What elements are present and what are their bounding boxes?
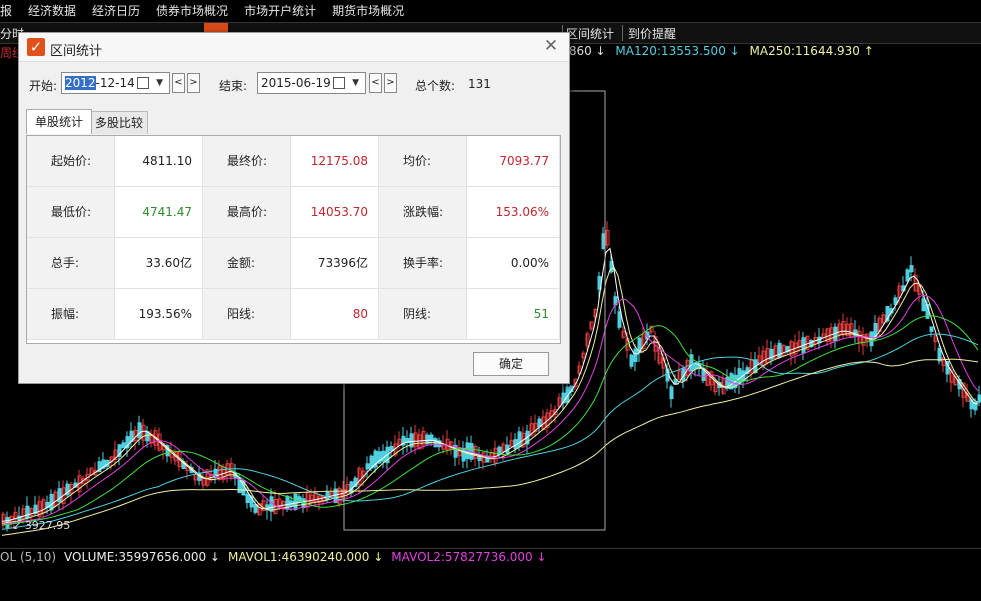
ma-indicator-line: .860 ↓ MA120:13553.500 ↓ MA250:11644.930…: [565, 44, 874, 58]
stat-value: 33.60亿: [115, 238, 203, 289]
stat-value: 0.00%: [467, 238, 560, 289]
candle-body: [325, 491, 330, 501]
ma250-value: MA250:11644.930 ↑: [749, 44, 874, 58]
stat-label: 最低价:: [27, 187, 115, 238]
stat-label: 总手:: [27, 238, 115, 289]
volume-value: VOLUME:35997656.000 ↓: [64, 550, 220, 564]
calendar-icon[interactable]: [137, 77, 149, 89]
stat-value: 153.06%: [467, 187, 560, 238]
candle-body: [633, 348, 638, 363]
stat-label: 最高价:: [203, 187, 291, 238]
start-date-rest: -12-14: [95, 76, 135, 90]
candle-body: [929, 326, 934, 332]
end-date-field[interactable]: 2015-06-19 ▼: [257, 72, 366, 94]
dialog-titlebar[interactable]: ✓ 区间统计 ✕: [19, 33, 569, 62]
stat-value: 73396亿: [291, 238, 379, 289]
stat-label: 换手率:: [379, 238, 467, 289]
candle-body: [537, 418, 542, 428]
candle-body: [293, 493, 298, 510]
end-label: 结束:: [219, 79, 248, 93]
menu-item-account-stats[interactable]: 市场开户统计: [244, 2, 326, 19]
end-date-value: 2015-06-19: [261, 76, 331, 90]
ma-prefix: .860 ↓: [565, 44, 606, 58]
stat-value: 51: [467, 289, 560, 340]
tab-multi-stock[interactable]: 多股比较: [90, 111, 148, 134]
menu-item-futures-market[interactable]: 期货市场概况: [332, 2, 414, 19]
candle-body: [737, 368, 742, 385]
dialog-title: 区间统计: [50, 44, 103, 59]
stat-label: 起始价:: [27, 136, 115, 187]
chevron-down-icon[interactable]: ▼: [156, 73, 163, 93]
candle-body: [381, 450, 386, 462]
candle-body: [121, 442, 126, 449]
tab-interval-stats[interactable]: 区间统计: [566, 25, 614, 42]
stat-value: 14053.70: [291, 187, 379, 238]
menu-item-economic-calendar[interactable]: 经济日历: [92, 2, 150, 19]
stat-label: 均价:: [379, 136, 467, 187]
candle-body: [909, 265, 914, 273]
stats-grid: 起始价: 4811.10 最终价: 12175.08 均价: 7093.77 最低价: 474…: [26, 135, 561, 344]
stat-value: 12175.08: [291, 136, 379, 187]
tab-price-alert[interactable]: 到价提醒: [628, 25, 676, 42]
volume-prefix: OL (5,10): [0, 550, 57, 564]
candle-body: [517, 431, 522, 448]
stat-label: 阴线:: [379, 289, 467, 340]
candle-body: [937, 347, 942, 362]
start-date-field[interactable]: 2012-12-14 ▼: [61, 72, 170, 94]
candle-body: [389, 446, 394, 452]
candle-body: [245, 493, 250, 504]
total-count-label: 总个数:: [415, 79, 456, 93]
mavol2-value: MAVOL2:57827736.000 ↓: [391, 550, 547, 564]
top-menubar: 报 经济数据 经济日历 债券市场概况 市场开户统计 期货市场概况: [0, 0, 981, 20]
stat-label: 金额:: [203, 238, 291, 289]
menu-item-economic-data[interactable]: 经济数据: [28, 2, 86, 19]
start-next-button[interactable]: >: [187, 73, 200, 93]
stat-value: 4741.47: [115, 187, 203, 238]
stat-label: 最终价:: [203, 136, 291, 187]
chart-low-value: 3927.95: [24, 519, 71, 532]
chart-low-label: ↙ 3927.95: [12, 519, 71, 532]
checkmark-icon: ✓: [27, 38, 45, 56]
candle-body: [629, 354, 634, 367]
moving-average-line: [1, 358, 979, 536]
menu-item-bond-market[interactable]: 债券市场概况: [156, 2, 238, 19]
close-icon[interactable]: ✕: [543, 38, 559, 55]
stat-label: 涨跌幅:: [379, 187, 467, 238]
stat-label: 阳线:: [203, 289, 291, 340]
stat-value: 80: [291, 289, 379, 340]
candle-body: [461, 447, 466, 462]
start-label: 开始:: [29, 79, 58, 93]
end-next-button[interactable]: >: [384, 73, 397, 93]
candle-body: [905, 269, 910, 282]
candle-body: [669, 386, 674, 400]
ok-button[interactable]: 确定: [473, 352, 549, 376]
menu-item-report[interactable]: 报: [0, 2, 22, 19]
stat-value: 4811.10: [115, 136, 203, 187]
start-prev-button[interactable]: <: [172, 73, 185, 93]
stat-value: 193.56%: [115, 289, 203, 340]
volume-indicator-line: OL (5,10) VOLUME:35997656.000 ↓ MAVOL1:463…: [0, 548, 981, 568]
candle-body: [693, 363, 698, 370]
ma120-value: MA120:13553.500 ↓: [615, 44, 740, 58]
interval-stats-dialog: ✓ 区间统计 ✕ 开始: 2012-12-14 ▼ < > 结束: 2015-0…: [18, 32, 570, 384]
toolbar-divider: [622, 25, 623, 41]
candle-body: [921, 298, 926, 312]
total-count-value: 131: [468, 77, 491, 91]
candle-body: [253, 504, 258, 513]
candle-body: [365, 463, 370, 470]
candle-body: [137, 422, 142, 438]
tab-single-stock[interactable]: 单股统计: [26, 109, 92, 134]
chevron-down-icon[interactable]: ▼: [352, 73, 359, 93]
candle-body: [777, 342, 782, 358]
stat-value: 7093.77: [467, 136, 560, 187]
start-date-selected: 2012: [65, 76, 96, 90]
mavol1-value: MAVOL1:46390240.000 ↓: [228, 550, 384, 564]
stat-label: 振幅:: [27, 289, 115, 340]
candle-body: [617, 311, 622, 328]
candle-body: [49, 493, 54, 511]
candle-body: [25, 505, 30, 519]
calendar-icon[interactable]: [333, 77, 345, 89]
end-prev-button[interactable]: <: [369, 73, 382, 93]
start-date-value: 2012-12-14: [65, 73, 135, 93]
